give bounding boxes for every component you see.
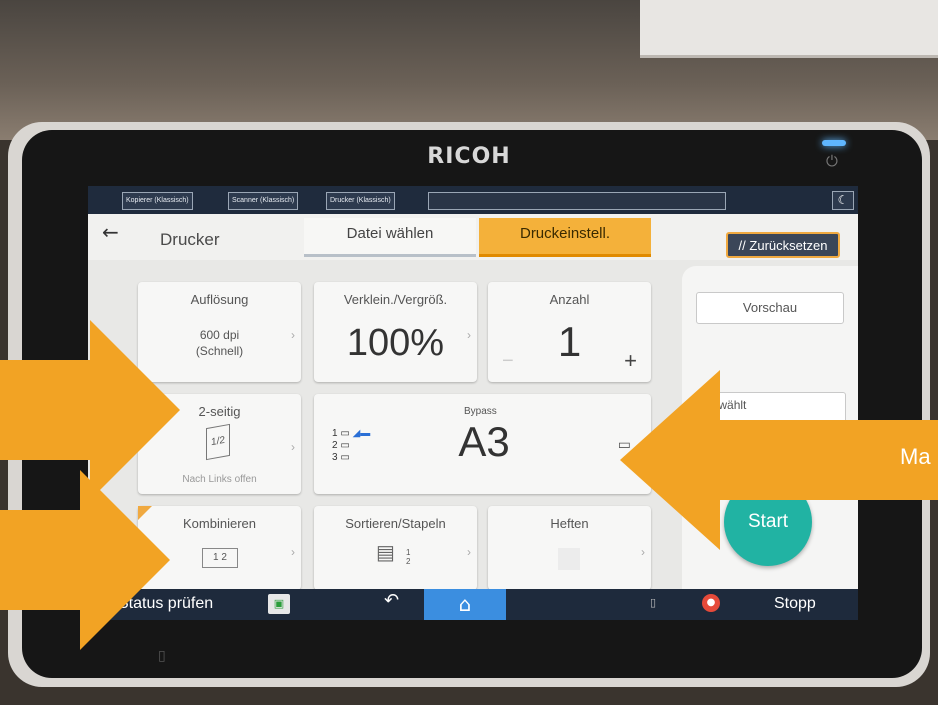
- page-title: Drucker: [160, 230, 220, 249]
- duplex-page-icon: 1/2: [206, 423, 230, 461]
- message-field: [428, 192, 726, 210]
- sort-stack-icon: ▤: [376, 542, 395, 564]
- quantity-label: Anzahl: [549, 292, 590, 307]
- reset-label: Zurücksetzen: [749, 238, 828, 253]
- paper-source-label: Bypass: [464, 406, 497, 417]
- resolution-label: Auflösung: [190, 292, 249, 307]
- stop-button[interactable]: Stopp: [774, 595, 816, 613]
- paper-size-value: A3: [458, 418, 510, 465]
- power-indicator-light: [822, 140, 846, 146]
- annotation-arrow-combine: [0, 470, 170, 650]
- staple-icon: [558, 548, 580, 570]
- paper-select-button[interactable]: 1 ▭ ◢▬ 2 ▭ 3 ▭ Bypass A3 ▭ ›: [314, 394, 651, 494]
- chevron-right-icon: ›: [291, 544, 295, 559]
- app-tab-scanner[interactable]: Scanner (Klassisch): [228, 192, 299, 210]
- tab-file-select[interactable]: Datei wählen: [304, 218, 476, 257]
- sort-button[interactable]: Sortieren/Stapeln ▤ 12 ›: [314, 506, 477, 590]
- preview-button[interactable]: Vorschau: [696, 292, 844, 324]
- preview-label: Vorschau: [742, 300, 798, 315]
- reset-icon: //: [738, 238, 746, 253]
- stop-icon[interactable]: ●: [702, 594, 720, 612]
- chevron-right-icon: ›: [467, 328, 471, 342]
- app-switcher-bar: Kopierer (Klassisch) Scanner (Klassisch)…: [88, 186, 858, 214]
- minus-button[interactable]: −: [502, 350, 514, 373]
- back-arrow-icon[interactable]: ←: [102, 220, 162, 246]
- annotation-text: Ma: [900, 444, 931, 469]
- chevron-right-icon: ›: [291, 328, 295, 342]
- reset-button[interactable]: // Zurücksetzen: [726, 232, 840, 258]
- moon-icon[interactable]: ☾: [832, 191, 854, 210]
- brand-logo: RICOH: [427, 144, 511, 169]
- undo-icon[interactable]: ↶: [384, 590, 399, 611]
- power-icon[interactable]: ⏻: [826, 152, 838, 170]
- memory-icon: ▯: [650, 596, 657, 609]
- annotation-arrow-paper: [620, 370, 938, 550]
- chevron-right-icon: ›: [467, 544, 471, 559]
- tab-print-settings[interactable]: Druckeinstell.: [479, 218, 651, 257]
- scale-button[interactable]: Verklein./Vergröß. 100% ›: [314, 282, 477, 382]
- sort-pages-icon: 12: [406, 548, 411, 566]
- quantity-control: Anzahl 1 − +: [488, 282, 651, 382]
- scale-value: 100%: [346, 322, 445, 364]
- status-icon[interactable]: ▣: [268, 594, 290, 614]
- app-tab-copier[interactable]: Kopierer (Klassisch): [122, 192, 193, 210]
- app-tab-printer[interactable]: Drucker (Klassisch): [326, 192, 395, 210]
- home-icon[interactable]: ⌂: [424, 589, 506, 620]
- combine-value: 1 2: [202, 548, 238, 568]
- tray-icon: 1 ▭ ◢▬ 2 ▭ 3 ▭: [332, 428, 371, 463]
- paper-output-tray: [640, 0, 938, 58]
- sort-label: Sortieren/Stapeln: [345, 516, 446, 531]
- chevron-right-icon: ›: [291, 440, 295, 454]
- scale-label: Verklein./Vergröß.: [343, 292, 448, 307]
